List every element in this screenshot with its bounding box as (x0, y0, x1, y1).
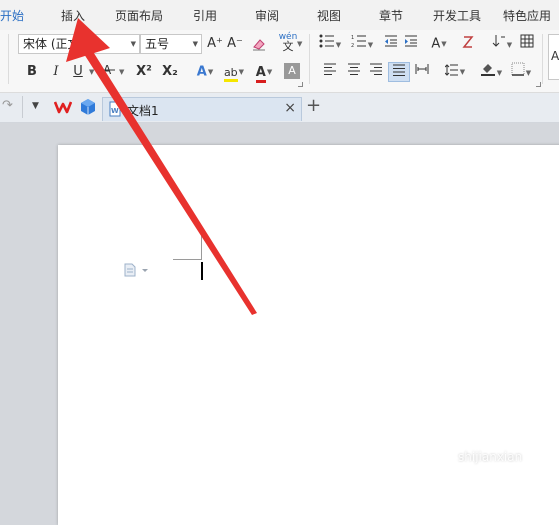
arrow-shaft (78, 22, 257, 315)
red-arrow-annotation (66, 18, 257, 315)
